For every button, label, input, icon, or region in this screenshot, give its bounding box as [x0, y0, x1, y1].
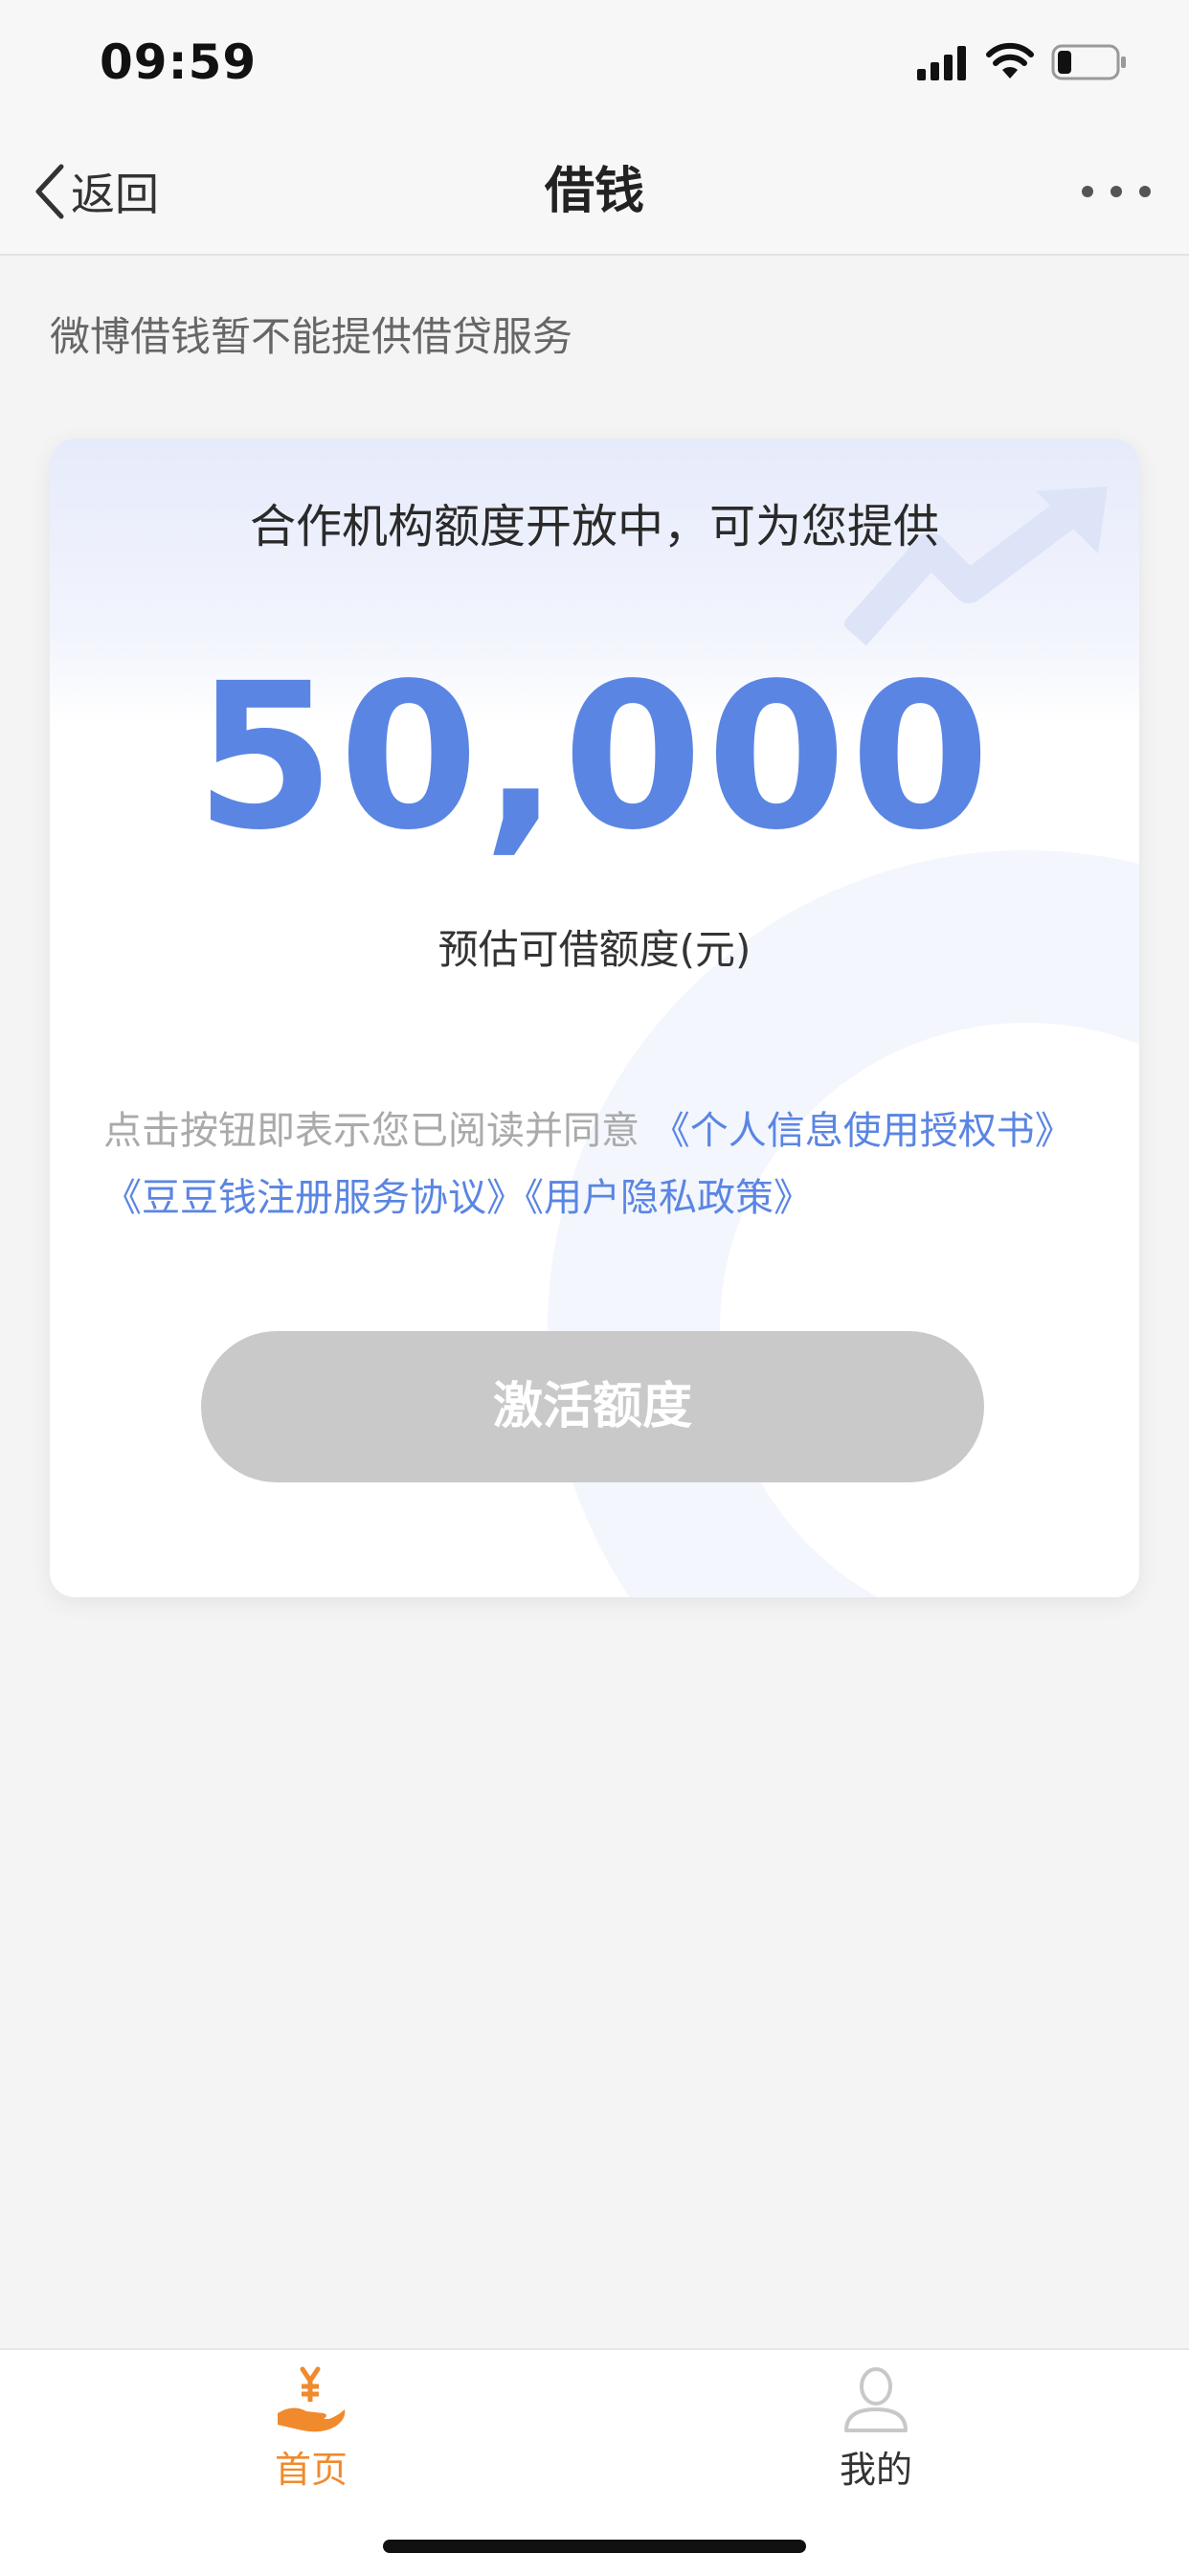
battery-icon — [1051, 44, 1126, 80]
user-icon — [844, 2367, 908, 2432]
tab-home[interactable]: 首页 — [196, 2363, 426, 2493]
credit-amount-label: 预估可借额度(元) — [437, 926, 752, 973]
tab-mine[interactable]: 我的 — [761, 2363, 991, 2493]
status-time: 09:59 — [100, 34, 258, 90]
privacy-authorization-link[interactable]: 《个人信息使用授权书》 — [652, 1109, 1073, 1153]
agreement-prefix: 点击按钮即表示您已阅读并同意 — [103, 1109, 639, 1153]
more-icon[interactable] — [1080, 182, 1153, 201]
privacy-policy-link[interactable]: 《用户隐私政策》 — [525, 1176, 812, 1220]
agreement-text: 点击按钮即表示您已阅读并同意 《个人信息使用授权书》《豆豆钱注册服务协议》《用户… — [103, 1097, 1099, 1232]
home-indicator[interactable] — [383, 2540, 806, 2553]
registration-agreement-link[interactable]: 《豆豆钱注册服务协议》 — [103, 1176, 525, 1220]
wifi-icon — [986, 42, 1034, 79]
credit-card-panel: 合作机构额度开放中，可为您提供 50,000 预估可借额度(元) 点击按钮即表示… — [50, 439, 1139, 1597]
tab-home-label: 首页 — [274, 2449, 348, 2491]
credit-amount: 50,000 — [194, 640, 995, 874]
status-bar: 09:59 — [0, 0, 1189, 129]
hand-yen-icon — [278, 2366, 346, 2432]
page-title: 借钱 — [544, 163, 644, 220]
nav-bar: 返回 借钱 — [0, 129, 1189, 256]
activate-credit-button[interactable]: 激活额度 — [201, 1331, 984, 1482]
tab-mine-label: 我的 — [839, 2449, 912, 2491]
service-notice: 微博借钱暂不能提供借贷服务 — [50, 313, 573, 360]
cellular-signal-icon — [917, 46, 966, 80]
card-subtitle: 合作机构额度开放中，可为您提供 — [249, 500, 939, 554]
